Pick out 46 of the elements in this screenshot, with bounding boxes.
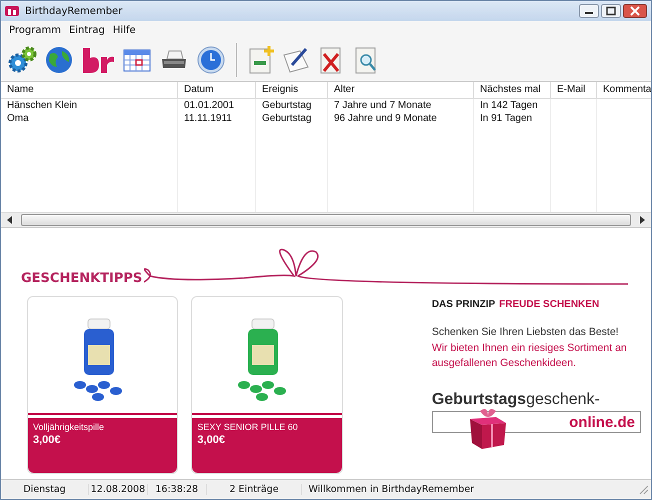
table-cell: 96 Jahre und 9 Monate [328,112,474,125]
status-text: Dienstag [1,484,90,495]
globe-icon[interactable] [44,45,74,75]
intro-text: Schenken Sie Ihren Liebsten das Beste! [432,326,620,338]
app-icon [5,5,19,17]
table-cell: 11.11.1911 [178,112,256,125]
product-card[interactable]: Volljährigkeitspille 3,00€ [27,296,178,474]
close-icon[interactable] [623,4,647,18]
table-cell: Hänschen Klein [1,99,178,112]
menu-item[interactable]: Programm [5,24,65,36]
tagline-accent: FREUDE SCHENKEN [499,299,600,310]
scrollbar-thumb[interactable] [21,214,631,226]
ad-banner[interactable] [1,228,651,479]
product-price: 3,00€ [197,434,226,446]
table-cell: 7 Jahre und 7 Monate [328,99,474,112]
status-text: 16:38:28 [148,484,207,495]
table-cell: In 91 Tagen [474,112,551,125]
product-name: SEXY SENIOR PILLE 60 [197,422,299,432]
product-price: 3,00€ [33,434,62,446]
app-logo-icon[interactable] [81,45,115,75]
minimize-icon[interactable] [579,4,599,18]
menu-item[interactable]: Hilfe [108,24,140,36]
shop-logo-name: Geburtstagsgeschenk- [432,391,601,410]
status-text: 2 Einträge [206,484,302,495]
gears-icon[interactable] [7,45,37,75]
table-cell: 01.01.2001 [178,99,256,112]
table-cell: Geburtstag [256,112,328,125]
tagline: DAS PRINZIP [432,299,496,310]
menu-item[interactable]: Eintrag [64,24,109,36]
product-card[interactable]: SEXY SENIOR PILLE 60 3,00€ [191,296,343,474]
table-cell: In 142 Tagen [474,99,551,112]
table-cell: Geburtstag [256,99,328,112]
table-cell: Oma [1,112,178,125]
product-name: Volljährigkeitspille [33,422,106,432]
status-text: Willkommen in BirthdayRemember [307,484,476,495]
shop-logo-domain: online.de [569,414,635,431]
clock-icon[interactable] [196,45,226,75]
section-heading: GESCHENKTIPPS [21,271,142,286]
maximize-icon[interactable] [601,4,621,18]
offer-text: Wir bieten Ihnen ein riesiges Sortiment an ausgefallenen Geschenkideen. [432,341,628,372]
window-title: BirthdayRemember [25,6,122,16]
pen-paper-icon[interactable] [282,45,310,75]
add-document-icon[interactable] [247,45,275,75]
horizontal-scrollbar[interactable] [1,212,651,228]
resize-grip-icon[interactable] [639,484,650,494]
status-text: 12.08.2008 [89,484,148,495]
